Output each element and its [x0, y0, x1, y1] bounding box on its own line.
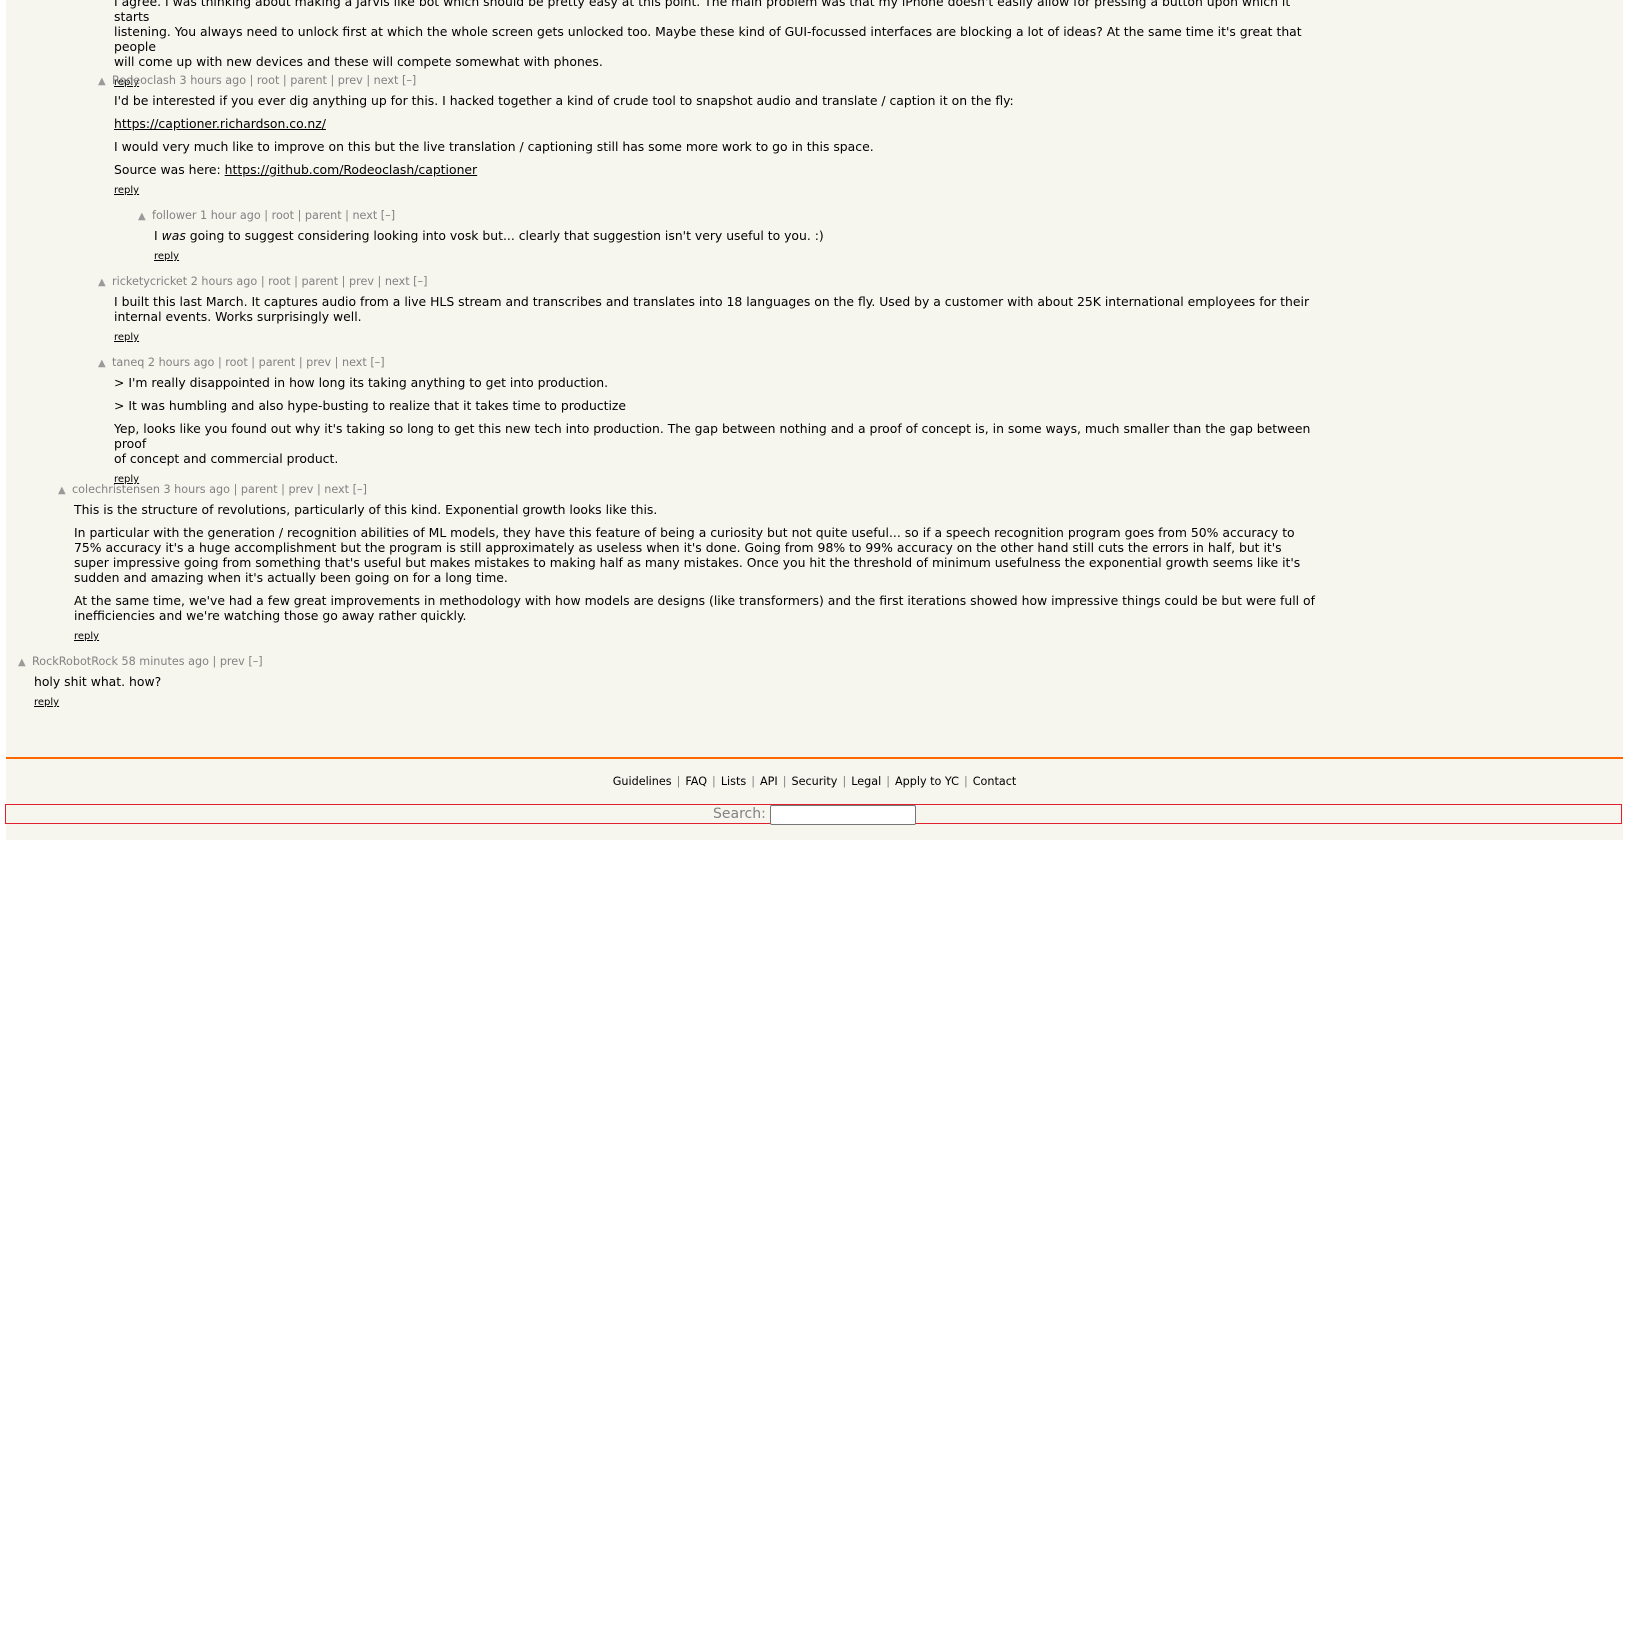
comment-author[interactable]: follower [152, 209, 196, 222]
upvote-icon[interactable]: ▲ [98, 74, 112, 90]
comment-age[interactable]: 2 hours ago [191, 275, 258, 288]
comment-age[interactable]: 1 hour ago [200, 209, 261, 222]
comment: ▲ colechristensen 3 hours ago | parent | … [58, 482, 1319, 644]
footer-link-contact[interactable]: Contact [973, 775, 1017, 788]
comment-nav-links[interactable]: | parent | prev | next [–] [234, 483, 367, 496]
footer-separator: | [842, 775, 847, 788]
upvote-icon[interactable]: ▲ [138, 209, 152, 225]
search-form: Search: [5, 804, 1622, 825]
comment-text: > I'm really disappointed in how long it… [114, 375, 1311, 466]
reply-link-container: reply [114, 331, 1319, 345]
comment-nav-links[interactable]: | root | parent | next [–] [264, 209, 395, 222]
reply-link-container: reply [74, 630, 1319, 644]
footer-link-legal[interactable]: Legal [851, 775, 881, 788]
footer-link-api[interactable]: API [760, 775, 778, 788]
comment-text: I built this last March. It captures aud… [114, 294, 1310, 324]
comment-header: ▲ taneq 2 hours ago | root | parent | pre… [98, 355, 1319, 371]
comment-text: I was going to suggest considering looki… [154, 228, 824, 243]
footer-separator: | [886, 775, 890, 788]
comment-nav-links[interactable]: | prev [–] [213, 655, 263, 668]
upvote-icon[interactable]: ▲ [98, 275, 112, 291]
page-container: I agree. I was thinking about making a J… [5, 0, 1623, 840]
comment-header: ▲ ricketycricket 2 hours ago | root | par… [98, 274, 1319, 290]
footer-link-security[interactable]: Security [791, 775, 837, 788]
reply-link-container: reply [114, 184, 1319, 198]
footer-link-guidelines[interactable]: Guidelines [613, 775, 672, 788]
footer-link-apply-to-yc[interactable]: Apply to YC [895, 775, 959, 788]
comment-author[interactable]: Rodeoclash [112, 74, 176, 87]
upvote-icon[interactable]: ▲ [58, 483, 72, 499]
comment-header: ▲ colechristensen 3 hours ago | parent | … [58, 482, 1319, 498]
comment-author[interactable]: ricketycricket [112, 275, 187, 288]
upvote-icon[interactable]: ▲ [98, 356, 112, 372]
comment-author[interactable]: taneq [112, 356, 144, 369]
reply-link-container: reply [34, 696, 1239, 710]
reply-link[interactable]: reply [154, 251, 179, 262]
comment-nav-links[interactable]: | root | parent | prev | next [–] [250, 74, 417, 87]
comment-nav-links[interactable]: | root | parent | prev | next [–] [261, 275, 428, 288]
reply-link[interactable]: reply [114, 332, 139, 343]
search-input[interactable] [770, 805, 916, 825]
footer-separator: | [782, 775, 787, 788]
comment-url-link[interactable]: https://github.com/Rodeoclash/captioner [225, 162, 477, 177]
footer-link-faq[interactable]: FAQ [685, 775, 707, 788]
comment: ▲ follower 1 hour ago | root | parent | n… [138, 208, 1359, 264]
footer-separator: | [963, 775, 968, 788]
comment-age[interactable]: 2 hours ago [148, 356, 215, 369]
reply-link[interactable]: reply [74, 631, 99, 642]
comment-header: ▲ RockRobotRock 58 minutes ago | prev [–] [18, 654, 1239, 670]
comment: ▲ ricketycricket 2 hours ago | root | par… [98, 274, 1319, 345]
footer-separator: | [676, 775, 681, 788]
comment: ▲ RockRobotRock 58 minutes ago | prev [–]… [18, 654, 1239, 710]
footer-separator: | [751, 775, 755, 788]
footer-links: Guidelines | FAQ | Lists | API | Security | Legal |… [6, 774, 1623, 790]
comment-text: I'd be interested if you ever dig anythi… [114, 93, 1014, 177]
footer-link-lists[interactable]: Lists [721, 775, 746, 788]
comment-author[interactable]: RockRobotRock [32, 655, 118, 668]
comment-age[interactable]: 58 minutes ago [122, 655, 209, 668]
comment-age[interactable]: 3 hours ago [180, 74, 247, 87]
comment-header: ▲ Rodeoclash 3 hours ago | root | parent … [98, 73, 1319, 89]
comment-nav-links[interactable]: | root | parent | prev | next [–] [218, 356, 385, 369]
upvote-icon[interactable]: ▲ [18, 655, 32, 671]
comment: ▲ taneq 2 hours ago | root | parent | pre… [98, 355, 1319, 487]
footer-divider [6, 757, 1623, 759]
comment-header: ▲ follower 1 hour ago | root | parent | n… [138, 208, 1359, 224]
comment-text: I agree. I was thinking about making a J… [114, 0, 1302, 69]
comment-author[interactable]: colechristensen [72, 483, 160, 496]
footer-separator: | [712, 775, 716, 788]
reply-link[interactable]: reply [114, 185, 139, 196]
search-label: Search: [713, 806, 766, 822]
comment-url-link[interactable]: https://captioner.richardson.co.nz/ [114, 116, 326, 131]
comment-text: This is the structure of revolutions, pa… [74, 502, 1315, 623]
comment-age[interactable]: 3 hours ago [164, 483, 231, 496]
reply-link[interactable]: reply [34, 697, 59, 708]
comment: ▲ Rodeoclash 3 hours ago | root | parent … [98, 73, 1319, 198]
comment-text: holy shit what. how? [34, 674, 162, 689]
reply-link-container: reply [154, 250, 1359, 264]
